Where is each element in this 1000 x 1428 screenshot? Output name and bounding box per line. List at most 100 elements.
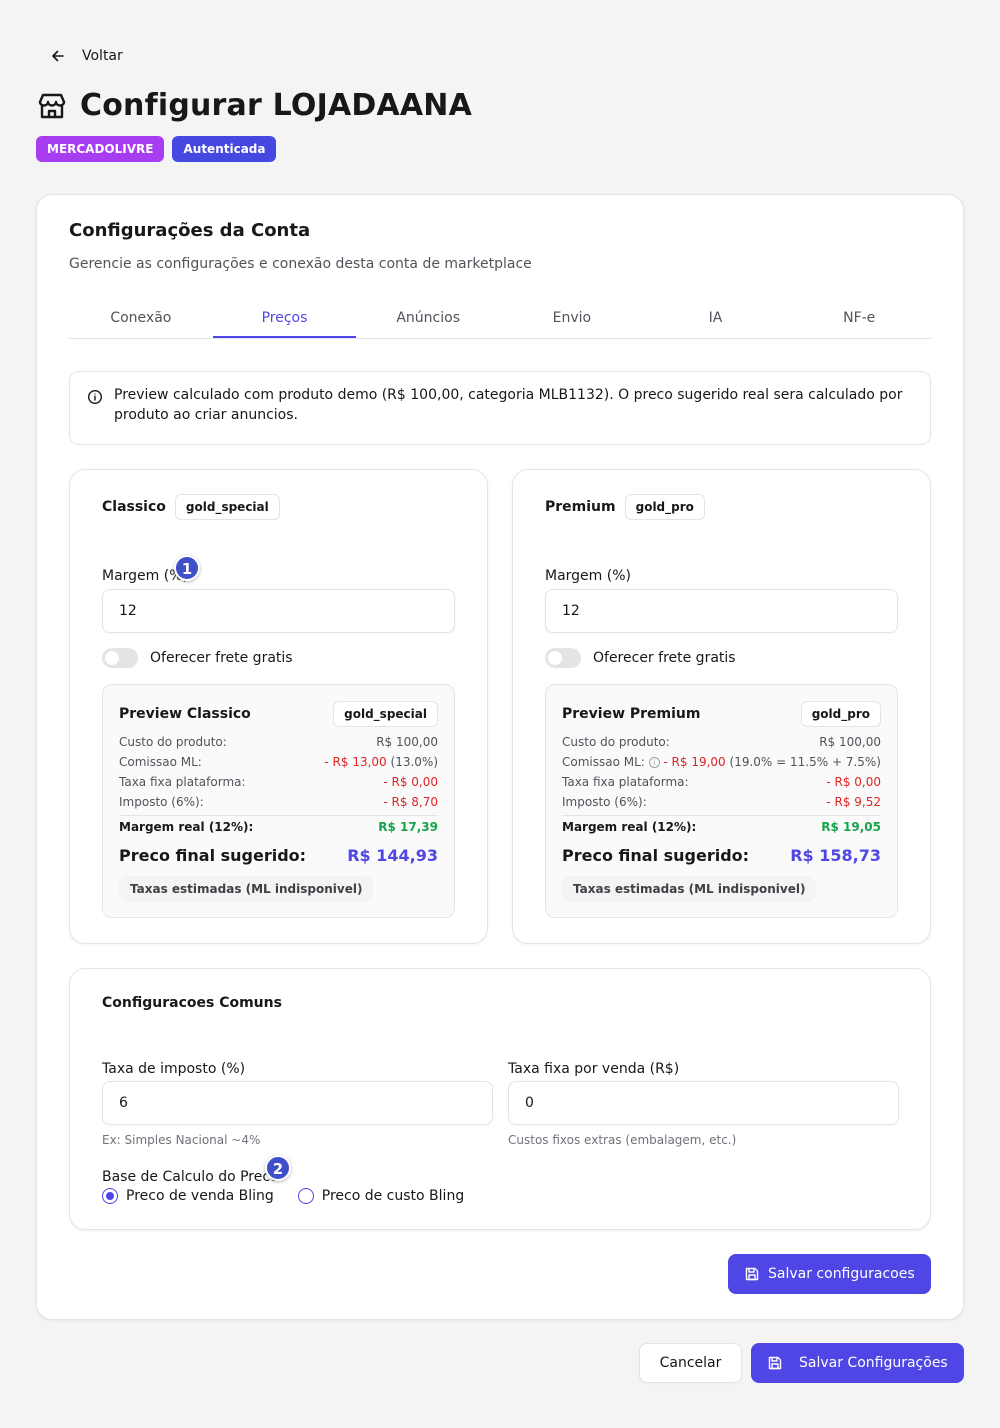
tax-label: Taxa de imposto (%) bbox=[102, 1061, 246, 1077]
row-label: Imposto (6%): bbox=[562, 795, 647, 809]
preview-header: Preview Premium gold_pro bbox=[562, 701, 881, 727]
final-price-label: Preco final sugerido: bbox=[119, 845, 307, 865]
back-link[interactable]: Voltar bbox=[50, 44, 123, 68]
plan-tag: gold_special bbox=[174, 494, 280, 520]
info-icon[interactable]: i bbox=[648, 757, 660, 768]
real-margin-value: R$ 19,05 bbox=[821, 820, 881, 834]
preview-row: Comissao ML: i - R$ 19,00 (19.0% = 11.5%… bbox=[562, 752, 881, 772]
page-header: Configurar LOJADAANA bbox=[36, 88, 472, 123]
cancel-button[interactable]: Cancelar bbox=[639, 1343, 742, 1383]
row-value: - R$ 9,52 bbox=[826, 795, 881, 809]
save-settings-label: Salvar Configurações bbox=[799, 1355, 948, 1371]
tab-nfe[interactable]: NF-e bbox=[787, 300, 931, 338]
plan-header: Premium gold_pro bbox=[545, 494, 705, 520]
tab-envio[interactable]: Envio bbox=[500, 300, 644, 338]
real-margin-value: R$ 17,39 bbox=[378, 820, 438, 834]
radio-label: Preco de venda Bling bbox=[126, 1188, 274, 1204]
tab-conexao[interactable]: Conexão bbox=[69, 300, 213, 338]
preview-row: Comissao ML: - R$ 13,00 (13.0%) bbox=[119, 752, 438, 772]
radio-label: Preco de custo Bling bbox=[321, 1188, 465, 1204]
tax-input[interactable]: 6 bbox=[102, 1081, 493, 1125]
row-label: Imposto (6%): bbox=[119, 795, 204, 809]
plan-header: Classico gold_special bbox=[102, 494, 280, 520]
real-margin-row: Margem real (12%): R$ 17,39 bbox=[119, 817, 438, 837]
preview-tag: gold_special bbox=[333, 701, 438, 727]
row-value: - R$ 0,00 bbox=[383, 775, 438, 789]
final-price-value: R$ 144,93 bbox=[347, 845, 438, 865]
free-shipping-label: Oferecer frete gratis bbox=[150, 650, 293, 666]
row-value: - R$ 8,70 bbox=[383, 795, 438, 809]
real-margin-label: Margem real (12%): bbox=[119, 820, 254, 834]
plan-name: Classico bbox=[102, 499, 166, 515]
fixed-fee-input[interactable]: 0 bbox=[508, 1081, 899, 1125]
real-margin-label: Margem real (12%): bbox=[562, 820, 697, 834]
preview-row: Custo do produto: R$ 100,00 bbox=[562, 732, 881, 752]
fixed-fee-hint: Custos fixos extras (embalagem, etc.) bbox=[508, 1133, 737, 1147]
tab-bar: Conexão Preços Anúncios Envio IA NF-e bbox=[69, 300, 931, 339]
estimate-chip: Taxas estimadas (ML indisponivel) bbox=[562, 876, 817, 902]
tab-precos[interactable]: Preços bbox=[212, 300, 357, 338]
tab-anuncios[interactable]: Anúncios bbox=[356, 300, 500, 338]
arrow-left-icon bbox=[52, 50, 64, 62]
radio-button[interactable] bbox=[102, 1188, 118, 1204]
row-label: Comissao ML: bbox=[562, 755, 645, 769]
row-value: R$ 100,00 bbox=[376, 735, 438, 749]
divider bbox=[119, 815, 438, 816]
final-price-label: Preco final sugerido: bbox=[562, 845, 750, 865]
final-price-row: Preco final sugerido: R$ 144,93 bbox=[119, 843, 438, 867]
free-shipping-row: Oferecer frete gratis bbox=[102, 648, 293, 668]
plan-name: Premium bbox=[545, 499, 616, 515]
real-margin-row: Margem real (12%): R$ 19,05 bbox=[562, 817, 881, 837]
info-alert: Preview calculado com produto demo (R$ 1… bbox=[69, 371, 931, 445]
price-base-label: Base de Calculo do Preco bbox=[102, 1169, 279, 1185]
save-icon bbox=[768, 1356, 782, 1370]
row-label: Comissao ML: bbox=[119, 755, 202, 769]
row-label: Taxa fixa plataforma: bbox=[562, 775, 689, 789]
save-settings-button[interactable]: Salvar Configurações bbox=[751, 1343, 964, 1383]
store-icon bbox=[38, 93, 66, 118]
radio-button[interactable] bbox=[297, 1188, 314, 1204]
plan-card-premium: Premium gold_pro Margem (%) 12 Oferecer … bbox=[512, 469, 931, 944]
preview-row: Imposto (6%): - R$ 9,52 bbox=[562, 792, 881, 812]
divider bbox=[562, 815, 881, 816]
free-shipping-row: Oferecer frete gratis bbox=[545, 648, 736, 668]
preview-row: Taxa fixa plataforma: - R$ 0,00 bbox=[562, 772, 881, 792]
margin-input-classico[interactable]: 12 bbox=[102, 589, 455, 633]
row-label: Taxa fixa plataforma: bbox=[119, 775, 246, 789]
row-value: - R$ 19,00 bbox=[663, 755, 726, 769]
preview-row: Custo do produto: R$ 100,00 bbox=[119, 732, 438, 752]
price-base-radio-group: Preco de venda Bling Preco de custo Blin… bbox=[102, 1188, 464, 1204]
row-label: Custo do produto: bbox=[119, 735, 227, 749]
free-shipping-toggle[interactable] bbox=[545, 648, 581, 668]
row-value: - R$ 0,00 bbox=[826, 775, 881, 789]
preview-title: Preview Premium bbox=[562, 706, 701, 722]
preview-tag: gold_pro bbox=[800, 701, 881, 727]
marketplace-badge: MERCADOLIVRE bbox=[36, 136, 165, 162]
estimate-chip: Taxas estimadas (ML indisponivel) bbox=[119, 876, 374, 902]
preview-header: Preview Classico gold_special bbox=[119, 701, 438, 727]
back-label: Voltar bbox=[82, 48, 123, 64]
common-settings-card: Configuracoes Comuns Taxa de imposto (%)… bbox=[69, 968, 931, 1230]
preview-title: Preview Classico bbox=[119, 706, 251, 722]
card-subtitle: Gerencie as configurações e conexão dest… bbox=[69, 256, 532, 272]
preview-row: Taxa fixa plataforma: - R$ 0,00 bbox=[119, 772, 438, 792]
card-title: Configurações da Conta bbox=[69, 220, 311, 241]
tab-ia[interactable]: IA bbox=[644, 300, 788, 338]
free-shipping-toggle[interactable] bbox=[102, 648, 138, 668]
radio-option-cost-price[interactable]: Preco de custo Bling bbox=[297, 1188, 465, 1204]
step-marker-1: 1 bbox=[174, 555, 200, 581]
row-label: Custo do produto: bbox=[562, 735, 670, 749]
margin-input-premium[interactable]: 12 bbox=[545, 589, 898, 633]
common-settings-title: Configuracoes Comuns bbox=[102, 995, 282, 1011]
row-extra: (13.0%) bbox=[390, 755, 438, 769]
save-prices-label: Salvar configuracoes bbox=[768, 1266, 915, 1282]
preview-premium: Preview Premium gold_pro Custo do produt… bbox=[545, 684, 898, 918]
info-icon bbox=[87, 389, 103, 405]
radio-option-sale-price[interactable]: Preco de venda Bling bbox=[102, 1188, 274, 1204]
margin-label: Margem (%) bbox=[545, 568, 631, 584]
row-value: R$ 100,00 bbox=[819, 735, 881, 749]
save-prices-button[interactable]: Salvar configuracoes bbox=[728, 1254, 931, 1294]
final-price-row: Preco final sugerido: R$ 158,73 bbox=[562, 843, 881, 867]
save-icon bbox=[745, 1267, 759, 1281]
account-badges: MERCADOLIVRE Autenticada bbox=[36, 136, 277, 162]
